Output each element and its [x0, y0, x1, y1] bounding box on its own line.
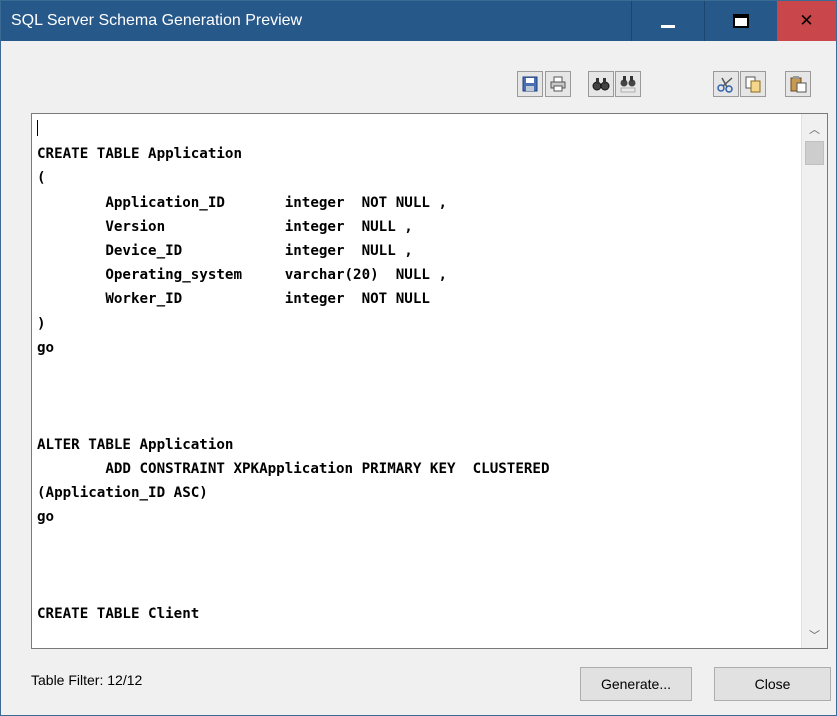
- cut-button[interactable]: [713, 71, 739, 97]
- table-filter-label: Table Filter: 12/12: [31, 672, 143, 688]
- generate-button[interactable]: Generate...: [580, 667, 692, 701]
- sql-code: CREATE TABLE Application ( Application_I…: [37, 146, 550, 623]
- find-replace-icon: [620, 76, 636, 93]
- paste-button[interactable]: [785, 71, 811, 97]
- print-icon: [550, 76, 566, 92]
- scroll-up-arrow-icon[interactable]: ︿: [802, 118, 827, 140]
- scrollbar-thumb[interactable]: [805, 141, 824, 165]
- paste-icon: [790, 76, 807, 93]
- copy-button[interactable]: [740, 71, 766, 97]
- copy-icon: [745, 76, 761, 93]
- close-icon: ✕: [799, 11, 814, 31]
- find-replace-button[interactable]: [615, 71, 641, 97]
- maximize-button[interactable]: [704, 1, 776, 41]
- find-icon: [592, 78, 610, 91]
- sql-preview-textarea[interactable]: CREATE TABLE Application ( Application_I…: [31, 113, 828, 649]
- window-title: SQL Server Schema Generation Preview: [11, 12, 303, 29]
- vertical-scrollbar[interactable]: ︿ ﹀: [801, 114, 827, 648]
- minimize-icon: [660, 24, 675, 28]
- schema-preview-window: SQL Server Schema Generation Preview ✕ C…: [0, 0, 837, 716]
- find-button[interactable]: [588, 71, 614, 97]
- scroll-down-arrow-icon[interactable]: ﹀: [802, 624, 827, 646]
- close-button[interactable]: Close: [714, 667, 831, 701]
- toolbar: [1, 71, 836, 99]
- print-button[interactable]: [545, 71, 571, 97]
- minimize-button[interactable]: [631, 1, 703, 41]
- cut-icon: [717, 77, 733, 93]
- close-window-button[interactable]: ✕: [777, 1, 836, 41]
- title-bar[interactable]: SQL Server Schema Generation Preview ✕: [1, 1, 836, 41]
- maximize-icon: [732, 14, 749, 28]
- save-icon: [522, 76, 538, 92]
- save-button[interactable]: [517, 71, 543, 97]
